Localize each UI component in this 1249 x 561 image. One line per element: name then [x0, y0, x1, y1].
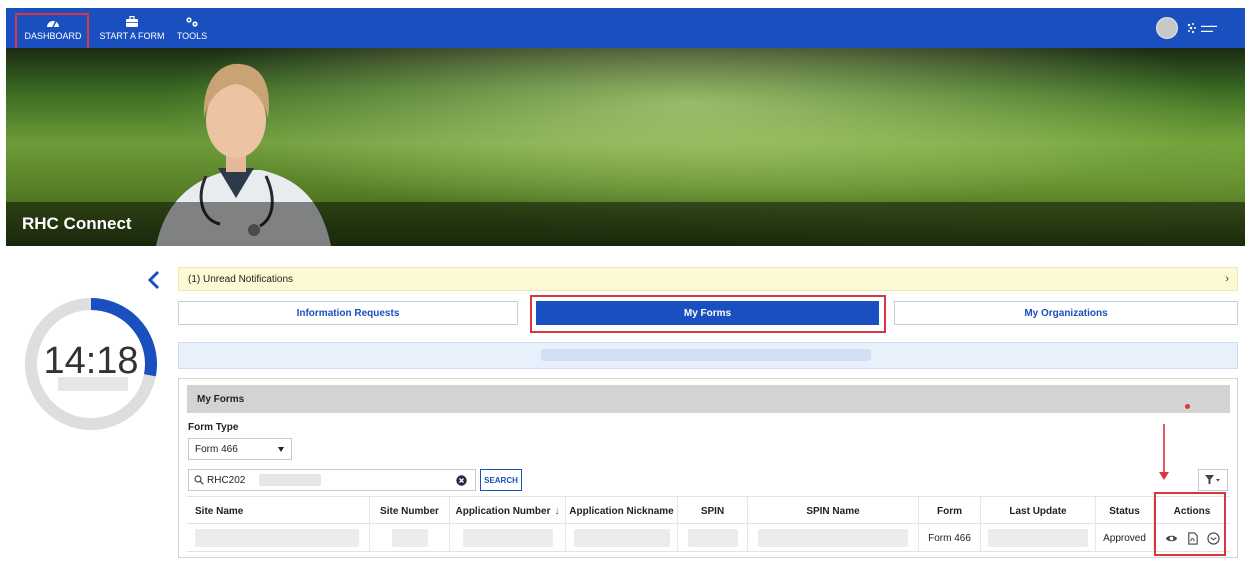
filter-icon: [1205, 475, 1220, 484]
notifications-text: (1) Unread Notifications: [188, 273, 294, 285]
column-header-application-nickname[interactable]: Application Nickname: [565, 497, 677, 525]
cell-last-update: [980, 524, 1095, 552]
search-input[interactable]: [207, 474, 259, 486]
clear-search-icon[interactable]: [456, 475, 467, 486]
cell-site-number: [369, 524, 449, 552]
my-forms-table: Site Name Site Number Application Number…: [187, 496, 1230, 554]
search-button[interactable]: SEARCH: [480, 469, 522, 491]
tab-my-organizations[interactable]: My Organizations: [894, 301, 1238, 325]
table-row: Form 466 Approved: [187, 524, 1230, 552]
nav-dashboard-label: DASHBOARD: [24, 30, 82, 41]
my-forms-panel: My Forms Form Type Form 466 SEARCH Site …: [178, 378, 1238, 558]
tab-information-requests[interactable]: Information Requests: [178, 301, 518, 325]
timer-caption-redacted: [58, 377, 128, 391]
cell-site-name: [187, 524, 369, 552]
column-header-application-number[interactable]: Application Number ↓: [449, 497, 565, 525]
logo-wordmark: ▬▬▬▬ ▬▬▬: [1201, 23, 1217, 33]
column-header-spin[interactable]: SPIN: [677, 497, 747, 525]
banner-title: RHC Connect: [22, 214, 132, 233]
cell-application-nickname: [565, 524, 677, 552]
chevron-right-icon: ›: [1225, 273, 1229, 285]
panel-title: My Forms: [187, 385, 1230, 413]
search-icon: [194, 475, 204, 485]
search-value-redacted: [259, 474, 321, 486]
usac-logo-icon: [1187, 23, 1196, 34]
column-header-spin-name[interactable]: SPIN Name: [747, 497, 918, 525]
column-header-last-update[interactable]: Last Update: [980, 497, 1095, 525]
cell-status: Approved: [1095, 524, 1153, 552]
top-navigation-bar: DASHBOARD START A FORM TOOLS ▬▬▬▬ ▬▬▬: [6, 8, 1245, 48]
form-type-select[interactable]: Form 466: [188, 438, 292, 460]
search-field[interactable]: [188, 469, 476, 491]
cell-actions: [1153, 524, 1230, 552]
user-avatar[interactable]: [1156, 17, 1178, 39]
filter-button[interactable]: [1198, 469, 1228, 491]
form-type-label: Form Type: [188, 422, 239, 433]
cell-spin-name: [747, 524, 918, 552]
tab-my-forms[interactable]: My Forms: [536, 301, 879, 325]
info-message-redacted: [541, 349, 871, 361]
nav-tools-label: TOOLS: [176, 30, 208, 41]
nav-tools[interactable]: TOOLS: [172, 8, 212, 48]
column-header-site-number[interactable]: Site Number: [369, 497, 449, 525]
sort-descending-icon: ↓: [554, 505, 560, 517]
cell-form: Form 466: [918, 524, 980, 552]
pdf-icon[interactable]: [1186, 531, 1199, 545]
cell-spin: [677, 524, 747, 552]
nav-dashboard[interactable]: DASHBOARD: [18, 8, 88, 48]
form-type-value: Form 466: [195, 443, 238, 455]
notifications-bar[interactable]: (1) Unread Notifications ›: [178, 267, 1238, 291]
column-header-form[interactable]: Form: [918, 497, 980, 525]
column-header-site-name[interactable]: Site Name: [187, 497, 369, 525]
organization-logo: ▬▬▬▬ ▬▬▬: [1186, 20, 1242, 36]
nav-start-a-form[interactable]: START A FORM: [92, 8, 172, 48]
caret-down-icon: [278, 447, 284, 452]
dashboard-icon: [47, 20, 59, 27]
cell-application-number: [449, 524, 565, 552]
envelope-icon[interactable]: [1206, 531, 1220, 545]
hero-banner: RHC Connect: [6, 48, 1245, 246]
tools-icon: [186, 16, 198, 27]
column-header-status[interactable]: Status: [1095, 497, 1153, 525]
info-message-strip: [178, 342, 1238, 369]
briefcase-icon: [126, 15, 138, 27]
column-header-actions: Actions: [1153, 497, 1230, 525]
application-number-label: Application Number: [455, 505, 551, 517]
nav-start-a-form-label: START A FORM: [99, 30, 165, 41]
table-header-row: Site Name Site Number Application Number…: [187, 496, 1230, 525]
chevron-left-icon[interactable]: [146, 270, 162, 290]
eye-icon[interactable]: [1165, 532, 1178, 545]
